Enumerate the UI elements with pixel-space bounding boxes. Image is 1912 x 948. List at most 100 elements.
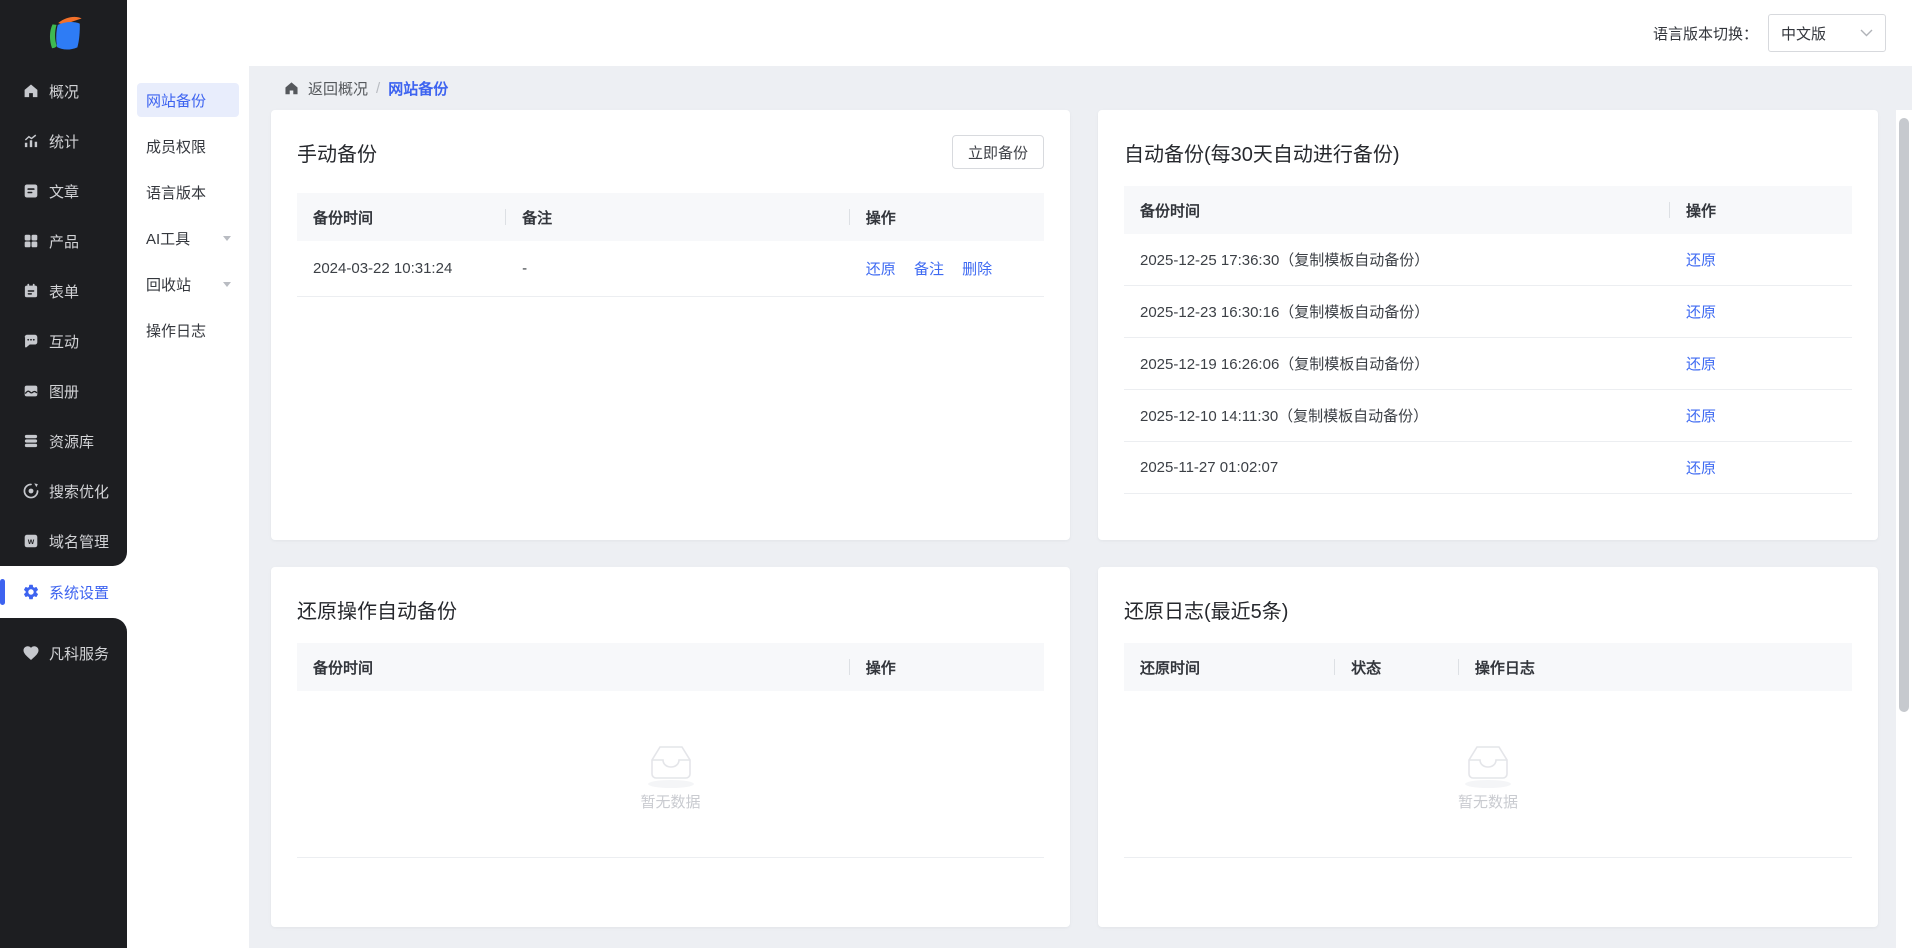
subnav-item-language-versions[interactable]: 语言版本 <box>137 175 239 209</box>
empty-state: 暂无数据 <box>1124 691 1852 858</box>
gallery-icon <box>24 385 38 397</box>
restore-link[interactable]: 还原 <box>1686 304 1716 321</box>
article-icon <box>24 184 38 198</box>
subnav-item-label: 成员权限 <box>146 138 207 156</box>
panel-title: 手动备份 <box>297 143 377 166</box>
empty-state-text: 暂无数据 <box>1457 793 1518 811</box>
actions-cell: 还原 备注 删除 <box>850 258 1044 279</box>
sidebar-item-label: 搜索优化 <box>49 483 110 501</box>
subnav-item-label: 网站备份 <box>146 92 207 110</box>
table-header: 备份时间 备注 操作 <box>297 193 1044 241</box>
panel-title: 还原操作自动备份 <box>297 601 457 623</box>
sidebar-item-domains[interactable]: w 域名管理 <box>0 516 127 566</box>
subnav-item-member-permissions[interactable]: 成员权限 <box>137 129 239 163</box>
column-header: 备份时间 <box>297 657 850 678</box>
empty-state-text: 暂无数据 <box>640 793 701 811</box>
breadcrumb-current: 网站备份 <box>388 80 449 98</box>
sidebar-item-settings-active[interactable]: 系统设置 <box>0 566 127 618</box>
manual-backup-panel: 手动备份 立即备份 备份时间 备注 操作 2024-03-22 10:31:24… <box>271 110 1070 540</box>
actions-cell: 还原 <box>1670 353 1852 374</box>
subnav-item-label: AI工具 <box>146 230 191 248</box>
subnav-item-recycle-bin[interactable]: 回收站 <box>137 267 239 301</box>
subnav-item-label: 操作日志 <box>146 322 207 340</box>
sidebar-item-label: 图册 <box>49 383 80 401</box>
restore-link[interactable]: 还原 <box>866 261 896 278</box>
app-logo[interactable] <box>0 0 127 66</box>
sidebar-item-overview[interactable]: 概况 <box>0 66 127 116</box>
secondary-sidebar: 网站备份 成员权限 语言版本 AI工具 回收站 操作日志 <box>127 66 249 948</box>
restore-link[interactable]: 还原 <box>1686 408 1716 425</box>
breadcrumb-separator: / <box>376 79 381 97</box>
seo-icon <box>23 483 39 499</box>
restore-log-panel: 还原日志(最近5条) 还原时间 状态 操作日志 暂无数据 <box>1098 567 1878 927</box>
restore-link[interactable]: 还原 <box>1686 356 1716 373</box>
auto-backup-panel: 自动备份(每30天自动进行备份) 备份时间 操作 2025-12-25 17:3… <box>1098 110 1878 540</box>
column-header: 操作 <box>865 209 896 227</box>
sidebar-item-resources[interactable]: 资源库 <box>0 416 127 466</box>
backup-time-cell: 2025-12-23 16:30:16（复制模板自动备份） <box>1140 304 1430 321</box>
table-row: 2025-12-23 16:30:16（复制模板自动备份） 还原 <box>1124 286 1852 338</box>
language-switch-label: 语言版本切换： <box>1652 25 1758 43</box>
empty-state: 暂无数据 <box>297 691 1044 858</box>
sidebar-item-label: 互动 <box>49 333 80 351</box>
note-cell: - <box>522 260 528 277</box>
restore-link[interactable]: 还原 <box>1686 252 1716 269</box>
breadcrumb-back-link[interactable]: 返回概况 <box>308 78 368 99</box>
domain-icon: w <box>24 534 38 548</box>
column-header: 操作日志 <box>1474 659 1535 677</box>
empty-box-icon <box>1465 745 1511 788</box>
vertical-scrollbar-thumb[interactable] <box>1899 118 1909 712</box>
home-icon <box>285 81 298 94</box>
subnav-item-site-backup[interactable]: 网站备份 <box>137 83 239 117</box>
form-icon <box>24 283 38 298</box>
subnav-item-ai-tools[interactable]: AI工具 <box>137 221 239 255</box>
language-select-value: 中文版 <box>1781 25 1827 43</box>
table-row: 2024-03-22 10:31:24 - 还原 备注 删除 <box>297 241 1044 297</box>
restore-link[interactable]: 还原 <box>1686 460 1716 477</box>
chat-icon <box>24 334 38 348</box>
sidebar-item-services[interactable]: 凡科服务 <box>0 628 127 678</box>
sidebar-item-label: 资源库 <box>49 433 95 451</box>
empty-box-icon <box>647 745 694 788</box>
chevron-down-icon <box>223 235 231 241</box>
brand-logo-icon <box>49 16 82 50</box>
table-row: 2025-12-25 17:36:30（复制模板自动备份） 还原 <box>1124 234 1852 286</box>
language-select[interactable]: 中文版 <box>1768 14 1886 52</box>
subnav-item-operation-log[interactable]: 操作日志 <box>137 313 239 347</box>
primary-sidebar: 概况 统计 文章 产品 表单 互动 图册 资源库 搜索优化 w 域名管理 系统设… <box>0 0 127 948</box>
database-icon <box>24 434 38 448</box>
chevron-down-icon <box>223 281 231 287</box>
vertical-scrollbar-track <box>1896 110 1912 948</box>
products-icon <box>24 234 38 248</box>
backup-time-cell: 2025-11-27 01:02:07 <box>1140 459 1279 476</box>
panel-title: 自动备份(每30天自动进行备份) <box>1124 144 1400 166</box>
sidebar-item-label: 统计 <box>49 133 80 151</box>
column-header: 备注 <box>506 207 850 228</box>
column-header: 状态 <box>1335 657 1459 678</box>
backup-now-button[interactable]: 立即备份 <box>951 135 1044 169</box>
delete-link[interactable]: 删除 <box>962 261 992 278</box>
sidebar-item-forms[interactable]: 表单 <box>0 266 127 316</box>
note-link[interactable]: 备注 <box>914 261 944 278</box>
sidebar-item-articles[interactable]: 文章 <box>0 166 127 216</box>
sidebar-item-label: 域名管理 <box>49 533 110 551</box>
sidebar-item-label: 概况 <box>49 83 80 101</box>
sidebar-item-label: 文章 <box>49 183 80 201</box>
sidebar-item-products[interactable]: 产品 <box>0 216 127 266</box>
sidebar-item-gallery[interactable]: 图册 <box>0 366 127 416</box>
backup-time-cell: 2025-12-19 16:26:06（复制模板自动备份） <box>1140 356 1430 373</box>
active-indicator <box>0 579 5 605</box>
sidebar-item-stats[interactable]: 统计 <box>0 116 127 166</box>
main-content: 返回概况 / 网站备份 手动备份 立即备份 备份时间 备注 操作 2024-03… <box>249 66 1912 948</box>
backup-time-cell: 2024-03-22 10:31:24 <box>313 260 453 277</box>
svg-text:w: w <box>27 537 35 546</box>
sidebar-item-interaction[interactable]: 互动 <box>0 316 127 366</box>
subnav-item-label: 回收站 <box>146 276 192 294</box>
column-header: 操作 <box>1686 202 1717 220</box>
heart-icon <box>23 646 39 661</box>
actions-cell: 还原 <box>1670 249 1852 270</box>
table-header: 备份时间 操作 <box>1124 186 1852 234</box>
sidebar-item-seo[interactable]: 搜索优化 <box>0 466 127 516</box>
top-bar: 语言版本切换： 中文版 <box>127 0 1912 66</box>
backup-time-cell: 2025-12-10 14:11:30（复制模板自动备份） <box>1140 408 1429 425</box>
